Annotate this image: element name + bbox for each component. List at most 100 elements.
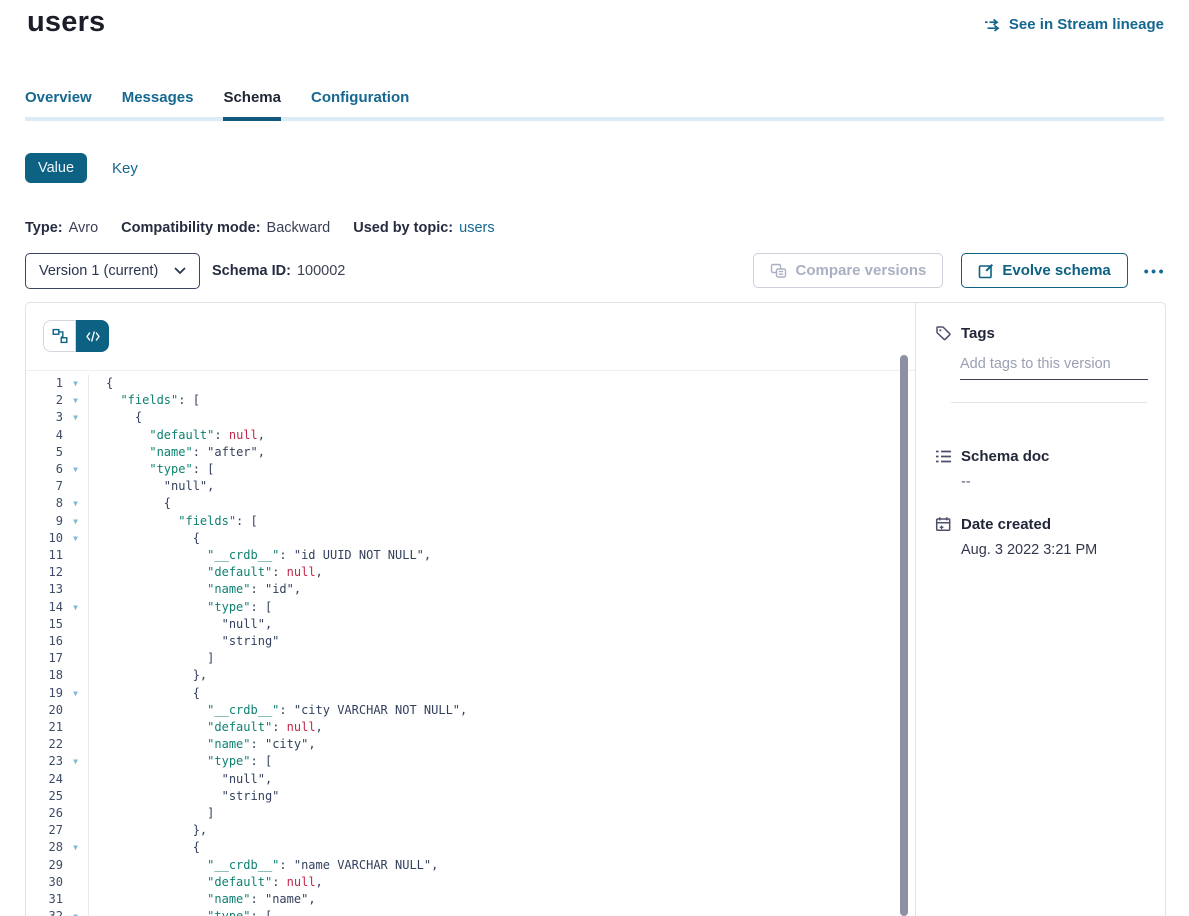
line-number: 23 — [26, 753, 63, 770]
caret-spacer — [63, 788, 89, 805]
code-line: 15 "null", — [26, 616, 915, 633]
collapse-caret-icon[interactable]: ▼ — [63, 599, 89, 616]
schema-meta: Type:Avro Compatibility mode:Backward Us… — [25, 220, 495, 236]
schema-controls: Version 1 (current) Schema ID:100002 Com… — [25, 252, 1168, 289]
line-number: 22 — [26, 736, 63, 753]
line-number: 6 — [26, 461, 63, 478]
topic-link[interactable]: users — [459, 220, 494, 236]
tab-schema[interactable]: Schema — [223, 89, 281, 121]
code-text: { — [89, 409, 142, 426]
tab-overview[interactable]: Overview — [25, 89, 92, 121]
code-line: 22 "name": "city", — [26, 736, 915, 753]
more-options-button[interactable]: ••• — [1142, 259, 1168, 283]
line-number: 24 — [26, 771, 63, 788]
line-number: 19 — [26, 685, 63, 702]
line-number: 16 — [26, 633, 63, 650]
code-line: 30 "default": null, — [26, 874, 915, 891]
schema-id-label: Schema ID: — [212, 263, 291, 279]
see-in-stream-lineage-link[interactable]: See in Stream lineage — [984, 16, 1164, 33]
code-text: "type": [ — [89, 908, 272, 916]
code-text: "type": [ — [89, 599, 272, 616]
compare-versions-button[interactable]: Compare versions — [753, 253, 943, 288]
collapse-caret-icon[interactable]: ▼ — [63, 461, 89, 478]
collapse-caret-icon[interactable]: ▼ — [63, 908, 89, 916]
code-text: "default": null, — [89, 564, 323, 581]
code-line: 3▼ { — [26, 409, 915, 426]
collapse-caret-icon[interactable]: ▼ — [63, 839, 89, 856]
caret-spacer — [63, 581, 89, 598]
line-number: 2 — [26, 392, 63, 409]
line-number: 4 — [26, 427, 63, 444]
evolve-schema-button[interactable]: Evolve schema — [961, 253, 1127, 288]
tree-view-button[interactable] — [43, 320, 76, 352]
code-text: "type": [ — [89, 753, 272, 770]
caret-spacer — [63, 667, 89, 684]
code-text: }, — [89, 667, 207, 684]
line-number: 5 — [26, 444, 63, 461]
code-line: 4 "default": null, — [26, 427, 915, 444]
stream-lineage-icon — [984, 18, 1002, 32]
code-view-button[interactable] — [76, 320, 109, 352]
collapse-caret-icon[interactable]: ▼ — [63, 375, 89, 392]
line-number: 3 — [26, 409, 63, 426]
collapse-caret-icon[interactable]: ▼ — [63, 392, 89, 409]
collapse-caret-icon[interactable]: ▼ — [63, 495, 89, 512]
line-number: 10 — [26, 530, 63, 547]
line-number: 14 — [26, 599, 63, 616]
code-line: 18 }, — [26, 667, 915, 684]
caret-spacer — [63, 650, 89, 667]
code-line: 21 "default": null, — [26, 719, 915, 736]
vertical-scrollbar[interactable] — [900, 355, 908, 916]
caret-spacer — [63, 874, 89, 891]
code-line: 1▼{ — [26, 375, 915, 392]
caret-spacer — [63, 633, 89, 650]
line-number: 1 — [26, 375, 63, 392]
caret-spacer — [63, 891, 89, 908]
code-line: 24 "null", — [26, 771, 915, 788]
code-text: }, — [89, 822, 207, 839]
line-number: 17 — [26, 650, 63, 667]
code-section: 1▼{2▼ "fields": [3▼ {4 "default": null,5… — [26, 303, 915, 916]
tab-configuration[interactable]: Configuration — [311, 89, 409, 121]
code-line: 28▼ { — [26, 839, 915, 856]
key-toggle-button[interactable]: Key — [112, 160, 138, 177]
caret-spacer — [63, 736, 89, 753]
code-line: 2▼ "fields": [ — [26, 392, 915, 409]
code-text: { — [89, 375, 113, 392]
collapse-caret-icon[interactable]: ▼ — [63, 530, 89, 547]
type-value: Avro — [69, 220, 99, 236]
line-number: 30 — [26, 874, 63, 891]
list-icon — [935, 448, 952, 465]
line-number: 9 — [26, 513, 63, 530]
line-number: 13 — [26, 581, 63, 598]
code-line: 12 "default": null, — [26, 564, 915, 581]
collapse-caret-icon[interactable]: ▼ — [63, 513, 89, 530]
caret-spacer — [63, 564, 89, 581]
collapse-caret-icon[interactable]: ▼ — [63, 685, 89, 702]
tab-messages[interactable]: Messages — [122, 89, 194, 121]
value-key-toggle: Value Key — [25, 153, 138, 183]
code-view-icon — [86, 331, 100, 342]
collapse-caret-icon[interactable]: ▼ — [63, 409, 89, 426]
code-text: ] — [89, 805, 214, 822]
code-text: "null", — [89, 616, 272, 633]
caret-spacer — [63, 702, 89, 719]
code-text: "name": "city", — [89, 736, 316, 753]
code-text: "name": "after", — [89, 444, 265, 461]
date-created-value: Aug. 3 2022 3:21 PM — [961, 542, 1147, 558]
value-toggle-button[interactable]: Value — [25, 153, 87, 183]
collapse-caret-icon[interactable]: ▼ — [63, 753, 89, 770]
line-number: 32 — [26, 908, 63, 916]
code-line: 13 "name": "id", — [26, 581, 915, 598]
page-title: users — [27, 6, 105, 39]
code-line: 23▼ "type": [ — [26, 753, 915, 770]
line-number: 27 — [26, 822, 63, 839]
code-line: 8▼ { — [26, 495, 915, 512]
code-text: "string" — [89, 633, 279, 650]
code-line: 20 "__crdb__": "city VARCHAR NOT NULL", — [26, 702, 915, 719]
caret-spacer — [63, 444, 89, 461]
line-number: 28 — [26, 839, 63, 856]
caret-spacer — [63, 771, 89, 788]
version-select[interactable]: Version 1 (current) — [25, 253, 200, 289]
add-tags-input[interactable] — [960, 354, 1148, 380]
